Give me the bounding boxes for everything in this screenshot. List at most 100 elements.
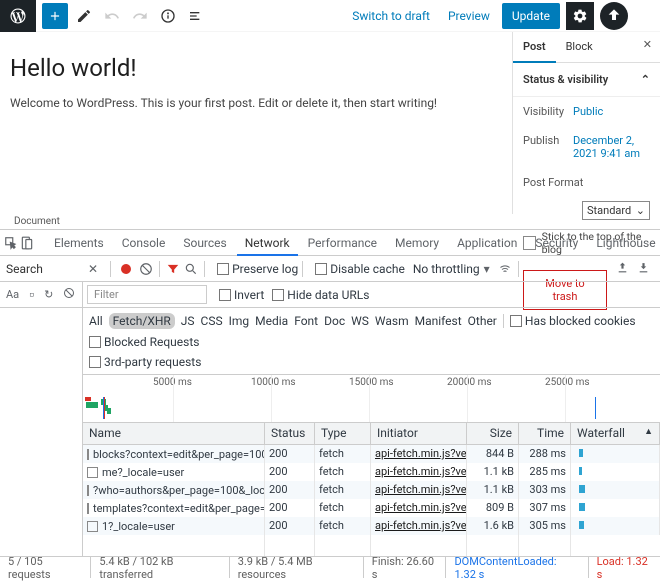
chip-manifest[interactable]: Manifest	[415, 314, 462, 328]
publish-value[interactable]: December 2, 2021 9:41 am	[573, 134, 650, 160]
wordpress-logo[interactable]	[0, 0, 36, 32]
row-checkbox[interactable]	[87, 467, 98, 478]
tab-block[interactable]: Block	[556, 32, 603, 62]
tab-network[interactable]: Network	[237, 231, 298, 256]
outline-button[interactable]	[184, 4, 208, 28]
network-timeline[interactable]: 5000 ms 10000 ms 15000 ms 20000 ms 25000…	[83, 375, 660, 423]
cell-initiator[interactable]: api-fetch.min.js?ver=…	[371, 481, 467, 499]
tab-application[interactable]: Application	[449, 231, 525, 255]
tab-lighthouse[interactable]: Lighthouse	[588, 231, 660, 255]
visibility-value[interactable]: Public	[573, 105, 650, 118]
match-case-button[interactable]: Aa	[6, 288, 19, 301]
tab-memory[interactable]: Memory	[387, 231, 447, 255]
table-row[interactable]: blocks?context=edit&per_page=100&_l…200f…	[83, 445, 660, 463]
info-button[interactable]	[156, 4, 180, 28]
chip-all[interactable]: All	[89, 314, 103, 328]
clear-button[interactable]	[137, 260, 155, 278]
tab-elements[interactable]: Elements	[46, 231, 112, 255]
panel-status-visibility[interactable]: Status & visibility ⌃	[513, 63, 660, 97]
col-size[interactable]: Size	[467, 423, 519, 444]
post-paragraph[interactable]: Welcome to WordPress. This is your first…	[10, 96, 502, 110]
chip-font[interactable]: Font	[294, 314, 318, 328]
row-checkbox[interactable]	[87, 449, 89, 460]
clear-search-button[interactable]	[63, 287, 75, 302]
post-title[interactable]: Hello world!	[10, 54, 502, 82]
import-har-button[interactable]	[616, 261, 629, 277]
cell-initiator[interactable]: api-fetch.min.js?ver=…	[371, 445, 467, 463]
third-party-label: 3rd-party requests	[104, 355, 201, 369]
cell-waterfall	[571, 445, 660, 463]
undo-button[interactable]	[100, 4, 124, 28]
disable-cache-checkbox[interactable]: Disable cache	[315, 262, 405, 276]
cell-status: 200	[265, 517, 315, 535]
publish-toggle-button[interactable]	[600, 2, 628, 30]
row-checkbox[interactable]	[87, 485, 89, 496]
cell-initiator[interactable]: api-fetch.min.js?ver=…	[371, 517, 467, 535]
table-row[interactable]: templates?context=edit&per_page=10…200fe…	[83, 499, 660, 517]
switch-to-draft-link[interactable]: Switch to draft	[346, 5, 436, 27]
chip-other[interactable]: Other	[468, 314, 497, 328]
cell-initiator[interactable]: api-fetch.min.js?ver=…	[371, 463, 467, 481]
timeline-label: 25000 ms	[545, 377, 590, 388]
update-button[interactable]: Update	[502, 3, 560, 29]
cell-size: 1.6 kB	[467, 517, 519, 535]
cell-time: 303 ms	[519, 481, 571, 499]
table-row[interactable]: ?who=authors&per_page=100&_locale…200fet…	[83, 481, 660, 499]
regex-button[interactable]: ▫	[29, 286, 34, 303]
filter-toggle-button[interactable]	[164, 260, 182, 278]
chip-ws[interactable]: WS	[351, 314, 369, 328]
network-conditions-button[interactable]	[496, 260, 514, 278]
device-toggle-button[interactable]	[20, 234, 34, 252]
table-row[interactable]: 1?_locale=user200fetchapi-fetch.min.js?v…	[83, 517, 660, 535]
table-row[interactable]: me?_locale=user200fetchapi-fetch.min.js?…	[83, 463, 660, 481]
chip-css[interactable]: CSS	[201, 314, 223, 328]
close-sidebar-button[interactable]: ✕	[635, 32, 660, 62]
tab-performance[interactable]: Performance	[300, 231, 385, 255]
third-party-checkbox[interactable]: 3rd-party requests	[89, 355, 201, 369]
chip-media[interactable]: Media	[255, 314, 288, 328]
post-format-select[interactable]: Standard⌄	[582, 201, 650, 220]
invert-checkbox[interactable]: Invert	[219, 282, 264, 307]
col-name[interactable]: Name	[83, 423, 265, 444]
close-search-button[interactable]: ✕	[80, 262, 106, 276]
cell-initiator[interactable]: api-fetch.min.js?ver=…	[371, 499, 467, 517]
more-options-button[interactable]	[634, 8, 654, 24]
upload-icon	[616, 261, 629, 274]
record-button[interactable]	[115, 264, 137, 274]
col-initiator[interactable]: Initiator	[371, 423, 467, 444]
tab-console[interactable]: Console	[114, 231, 174, 255]
redo-button[interactable]	[128, 4, 152, 28]
tab-post[interactable]: Post	[513, 32, 556, 63]
col-time[interactable]: Time	[519, 423, 571, 444]
chip-img[interactable]: Img	[229, 314, 250, 328]
add-block-button[interactable]	[42, 3, 68, 29]
refresh-search-button[interactable]: ↻	[44, 288, 53, 301]
tab-security[interactable]: Security	[527, 231, 586, 255]
list-icon	[188, 8, 204, 24]
preview-link[interactable]: Preview	[442, 5, 496, 27]
col-status[interactable]: Status	[265, 423, 315, 444]
export-har-button[interactable]	[637, 261, 650, 277]
chip-wasm[interactable]: Wasm	[375, 314, 409, 328]
inspect-button[interactable]	[4, 234, 18, 252]
has-blocked-cookies-checkbox[interactable]: Has blocked cookies	[510, 314, 636, 328]
settings-button[interactable]	[566, 2, 594, 30]
cell-status: 200	[265, 463, 315, 481]
throttling-select[interactable]: No throttling▾	[413, 262, 490, 276]
cell-type: fetch	[315, 517, 371, 535]
col-type[interactable]: Type	[315, 423, 371, 444]
filter-input[interactable]: Filter	[87, 285, 207, 304]
wp-editor-canvas[interactable]: Hello world! Welcome to WordPress. This …	[0, 32, 512, 214]
chip-fetch-xhr[interactable]: Fetch/XHR	[109, 313, 175, 329]
tab-sources[interactable]: Sources	[175, 231, 234, 255]
chip-js[interactable]: JS	[181, 314, 195, 328]
chip-doc[interactable]: Doc	[324, 314, 345, 328]
search-toggle-button[interactable]	[182, 260, 200, 278]
col-waterfall[interactable]: Waterfall▲	[571, 423, 660, 444]
preserve-log-checkbox[interactable]: Preserve log	[217, 262, 298, 276]
row-checkbox[interactable]	[87, 521, 98, 532]
blocked-requests-checkbox[interactable]: Blocked Requests	[89, 335, 199, 349]
row-checkbox[interactable]	[87, 503, 89, 514]
edit-button[interactable]	[72, 4, 96, 28]
hide-data-urls-checkbox[interactable]: Hide data URLs	[272, 282, 369, 307]
